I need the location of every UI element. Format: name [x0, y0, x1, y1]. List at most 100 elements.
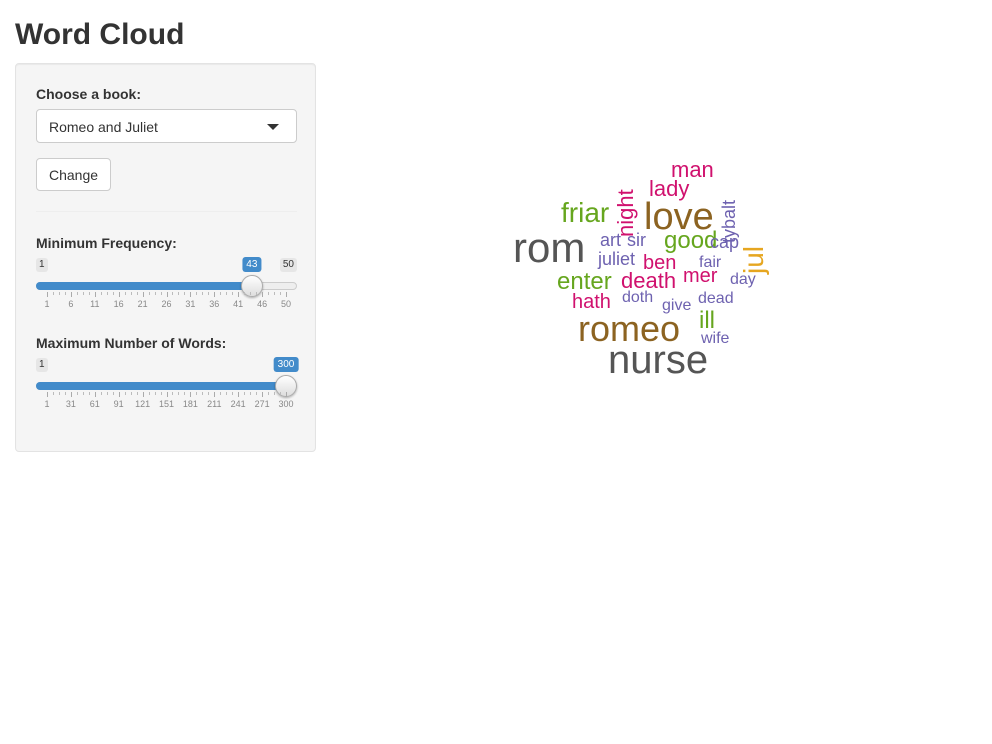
- slider-minor-tick: [280, 292, 282, 295]
- slider-tick: [142, 392, 144, 397]
- slider-tick: [94, 292, 96, 297]
- slider-tick-label: 300: [278, 399, 294, 409]
- slider-tick-label: 1: [44, 399, 50, 409]
- slider-minor-tick: [220, 292, 222, 295]
- slider-tick: [190, 292, 192, 297]
- change-button[interactable]: Change: [36, 158, 111, 191]
- slider-minor-tick: [148, 392, 150, 395]
- slider-tick: [118, 392, 120, 397]
- min-frequency-slider[interactable]: 1 50 43 1 6 11 16 21 26 31 36 41 46 50: [36, 257, 297, 318]
- slider-minor-tick: [172, 292, 174, 295]
- cloud-word-friar: friar: [561, 197, 610, 228]
- slider-minor-tick: [82, 292, 84, 295]
- slider-minor-tick: [100, 292, 102, 295]
- slider-minor-tick: [160, 292, 162, 295]
- slider-tick: [238, 292, 240, 297]
- cloud-word-wife: wife: [701, 330, 730, 347]
- min-frequency-label: Minimum Frequency:: [36, 235, 177, 251]
- slider-max-bound: 50: [279, 258, 297, 272]
- slider-minor-tick: [106, 292, 108, 295]
- slider-tick: [47, 392, 48, 397]
- slider-tick: [286, 292, 287, 297]
- cloud-word-lady: lady: [649, 176, 690, 201]
- slider-minor-tick: [52, 292, 54, 295]
- slider-minor-tick: [112, 292, 114, 295]
- slider-minor-tick: [274, 392, 276, 395]
- slider-minor-tick: [172, 392, 174, 395]
- slider-minor-tick: [154, 292, 156, 295]
- cloud-word-cap: cap: [710, 232, 740, 252]
- slider-tick-label: 16: [113, 299, 124, 309]
- slider-fill: [36, 382, 286, 390]
- slider-minor-tick: [196, 292, 198, 295]
- slider-minor-tick: [274, 292, 276, 295]
- slider-minor-tick: [52, 392, 54, 395]
- slider-min-bound: 1: [36, 358, 48, 372]
- cloud-word-rom: rom: [513, 224, 586, 271]
- slider-tick-label: 271: [254, 399, 270, 409]
- slider-minor-tick: [232, 392, 234, 395]
- slider-minor-tick: [226, 392, 228, 395]
- slider-minor-tick: [88, 392, 90, 395]
- max-words-slider[interactable]: 1 300 1 31 61 91 121 151 181 211 241 271 300: [36, 357, 299, 418]
- book-select-label: Choose a book:: [36, 86, 142, 102]
- cloud-word-man: man: [671, 157, 714, 182]
- slider-ticks: 1 6 11 16 21 26 31 36 41 46 50: [36, 292, 297, 309]
- slider-minor-tick: [130, 392, 132, 395]
- slider-min-bound: 1: [36, 258, 48, 272]
- slider-tick: [214, 392, 216, 397]
- slider-minor-tick: [208, 292, 210, 295]
- slider-minor-tick: [76, 292, 78, 295]
- slider-tick-label: 61: [89, 399, 100, 409]
- cloud-word-sir: sir: [627, 230, 646, 250]
- cloud-word-art: art: [600, 230, 622, 250]
- slider-tick: [70, 292, 72, 297]
- slider-tick: [262, 292, 264, 297]
- cloud-word-day: day: [730, 271, 756, 288]
- cloud-word-night: night: [613, 188, 638, 237]
- slider-minor-tick: [124, 292, 126, 295]
- slider-tick-label: 46: [257, 299, 268, 309]
- slider-tick-label: 31: [185, 299, 196, 309]
- slider-minor-tick: [58, 292, 60, 295]
- slider-value-badge: 43: [242, 257, 262, 272]
- slider-tick-label: 50: [280, 299, 292, 309]
- cloud-word-good: good: [664, 227, 718, 254]
- slider-tick: [286, 392, 287, 397]
- slider-minor-tick: [64, 292, 66, 295]
- slider-minor-tick: [268, 392, 270, 395]
- slider-minor-tick: [76, 392, 78, 395]
- slider-minor-tick: [124, 392, 126, 395]
- cloud-word-death: death: [621, 268, 677, 293]
- page-title: Word Cloud: [15, 18, 185, 51]
- cloud-word-doth: doth: [622, 289, 654, 306]
- slider-tick-label: 21: [137, 299, 148, 309]
- book-select[interactable]: Romeo and Juliet: [36, 109, 297, 143]
- slider-minor-tick: [100, 392, 102, 395]
- slider-tick: [166, 292, 168, 297]
- slider-value-badge: 300: [273, 357, 299, 372]
- slider-minor-tick: [178, 392, 180, 395]
- slider-minor-tick: [250, 392, 252, 395]
- slider-ticks: 1 31 61 91 121 151 181 211 241 271 300: [36, 392, 297, 409]
- slider-tick-label: 41: [233, 299, 244, 309]
- chevron-down-icon: [267, 124, 279, 130]
- cloud-word-hath: hath: [572, 291, 611, 313]
- slider-minor-tick: [202, 292, 204, 295]
- slider-minor-tick: [268, 292, 270, 295]
- slider-tick: [70, 392, 72, 397]
- slider-tick: [94, 392, 96, 397]
- slider-minor-tick: [64, 392, 66, 395]
- slider-tick-label: 36: [209, 299, 220, 309]
- slider-minor-tick: [184, 392, 186, 395]
- slider-tick: [262, 392, 264, 397]
- slider-tick-label: 6: [68, 299, 74, 309]
- slider-tick: [118, 292, 120, 297]
- cloud-word-give: give: [662, 297, 692, 314]
- slider-tick: [166, 392, 168, 397]
- cloud-word-dead: dead: [698, 290, 734, 307]
- slider-tick-label: 211: [207, 399, 222, 409]
- slider-minor-tick: [136, 392, 138, 395]
- slider-minor-tick: [58, 392, 60, 395]
- slider-minor-tick: [226, 292, 228, 295]
